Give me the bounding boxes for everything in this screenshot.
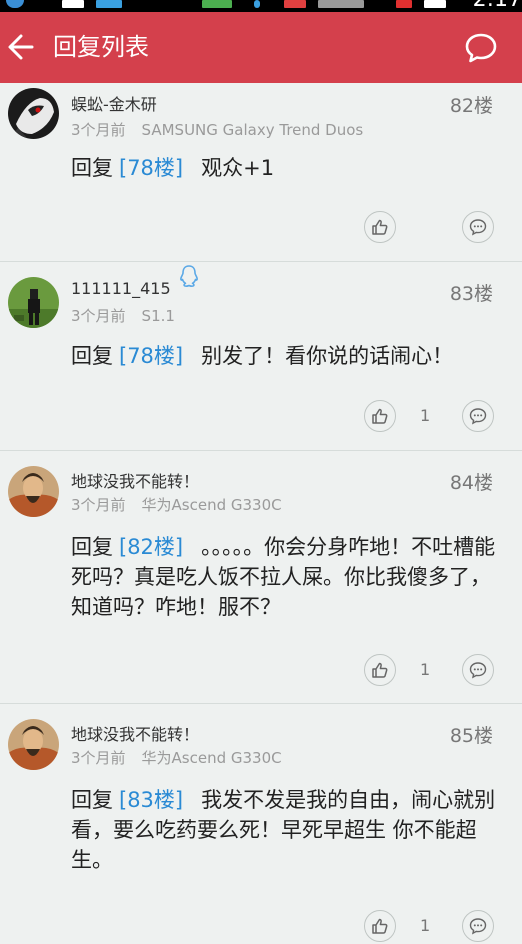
- speech-bubble-icon: [465, 33, 497, 63]
- notification-icon: [318, 0, 364, 8]
- thumbs-up-icon: [372, 408, 388, 424]
- avatar[interactable]: [8, 719, 59, 770]
- arrow-left-icon: [8, 34, 34, 60]
- reply-list[interactable]: 蜈蚣-金木研 82楼 3个月前 SAMSUNG Galaxy Trend Duos…: [0, 83, 522, 944]
- device-name: S1.1: [141, 307, 175, 325]
- comment-dots-icon: [469, 918, 487, 935]
- reply-content: 回复 [82楼] 。。。。。你会分身咋地！不吐槽能死吗？真是吃人饭不拉人屎。你比我傻…: [71, 532, 504, 622]
- status-clock: 2:17: [473, 0, 522, 12]
- comment-button[interactable]: [462, 910, 494, 942]
- reply-prefix: 回复: [71, 156, 113, 180]
- notification-icon: [6, 0, 24, 8]
- qq-icon: [178, 264, 200, 288]
- page-title: 回复列表: [53, 33, 149, 61]
- username[interactable]: 地球没我不能转！: [71, 721, 199, 745]
- comment-dots-icon: [469, 662, 487, 679]
- avatar[interactable]: [8, 277, 59, 328]
- notification-icon: [202, 0, 232, 8]
- back-button[interactable]: [4, 28, 42, 66]
- notification-icon: [96, 0, 122, 8]
- avatar[interactable]: [8, 88, 59, 139]
- floor-number: 83楼: [449, 283, 493, 305]
- post-meta: 3个月前 华为Ascend G330C: [71, 494, 282, 515]
- like-count: 1: [420, 660, 431, 679]
- reply-prefix: 回复: [71, 788, 113, 812]
- reply-item: 地球没我不能转！ 85楼 3个月前 华为Ascend G330C 回复 [83楼] 我…: [0, 704, 522, 944]
- app-bar: 回复列表: [0, 12, 522, 83]
- post-meta: 3个月前 S1.1: [71, 305, 175, 326]
- notification-icon: [284, 0, 306, 8]
- floor-reference-link[interactable]: [78楼]: [119, 156, 183, 180]
- comment-button[interactable]: [462, 654, 494, 686]
- reply-prefix: 回复: [71, 344, 113, 368]
- thumbs-up-icon: [372, 662, 388, 678]
- reply-prefix: 回复: [71, 535, 113, 559]
- notification-icon: [62, 0, 84, 8]
- post-meta: 3个月前 华为Ascend G330C: [71, 747, 282, 768]
- like-button[interactable]: [364, 400, 396, 432]
- reply-item: 111111_415 83楼 3个月前 S1.1 回复 [78楼] 别发了！看你说的话…: [0, 262, 522, 451]
- status-bar: 2:17: [0, 0, 522, 12]
- reply-text: 别发了！看你说的话闹心！: [201, 344, 454, 368]
- post-time: 3个月前: [71, 749, 126, 767]
- like-button[interactable]: [364, 910, 396, 942]
- like-count: 1: [420, 916, 431, 935]
- post-time: 3个月前: [71, 121, 126, 139]
- comment-dots-icon: [469, 408, 487, 425]
- floor-number: 84楼: [449, 472, 493, 494]
- post-time: 3个月前: [71, 496, 126, 514]
- avatar[interactable]: [8, 466, 59, 517]
- floor-number: 82楼: [449, 95, 493, 117]
- notification-icon: [396, 0, 412, 8]
- username[interactable]: 地球没我不能转！: [71, 468, 199, 492]
- device-name: 华为Ascend G330C: [141, 496, 282, 514]
- reply-text: 观众+1: [201, 156, 275, 180]
- reply-item: 地球没我不能转！ 84楼 3个月前 华为Ascend G330C 回复 [82楼]。…: [0, 451, 522, 704]
- thumbs-up-icon: [372, 918, 388, 934]
- thumbs-up-icon: [372, 219, 388, 235]
- comment-dots-icon: [469, 219, 487, 236]
- like-count: 1: [420, 406, 431, 425]
- like-button[interactable]: [364, 211, 396, 243]
- reply-item: 蜈蚣-金木研 82楼 3个月前 SAMSUNG Galaxy Trend Duos…: [0, 83, 522, 262]
- reply-content: 回复 [78楼] 观众+1: [71, 153, 504, 183]
- battery-icon: [424, 0, 446, 8]
- post-meta: 3个月前 SAMSUNG Galaxy Trend Duos: [71, 119, 363, 140]
- floor-number: 85楼: [449, 725, 493, 747]
- reply-content: 回复 [83楼] 我发不发是我的自由，闹心就别看，要么吃药要么死！早死早超生 你不能…: [71, 785, 504, 875]
- floor-reference-link[interactable]: [78楼]: [119, 344, 183, 368]
- device-name: SAMSUNG Galaxy Trend Duos: [141, 121, 364, 139]
- reply-content: 回复 [78楼] 别发了！看你说的话闹心！: [71, 341, 504, 371]
- comment-button[interactable]: [462, 211, 494, 243]
- floor-reference-link[interactable]: [82楼]: [119, 535, 183, 559]
- post-time: 3个月前: [71, 307, 126, 325]
- floor-reference-link[interactable]: [83楼]: [119, 788, 183, 812]
- username[interactable]: 111111_415: [71, 279, 171, 298]
- username[interactable]: 蜈蚣-金木研: [71, 91, 157, 115]
- notification-icon: [254, 0, 260, 8]
- comment-button[interactable]: [462, 400, 494, 432]
- device-name: 华为Ascend G330C: [141, 749, 282, 767]
- like-button[interactable]: [364, 654, 396, 686]
- compose-reply-button[interactable]: [464, 32, 498, 64]
